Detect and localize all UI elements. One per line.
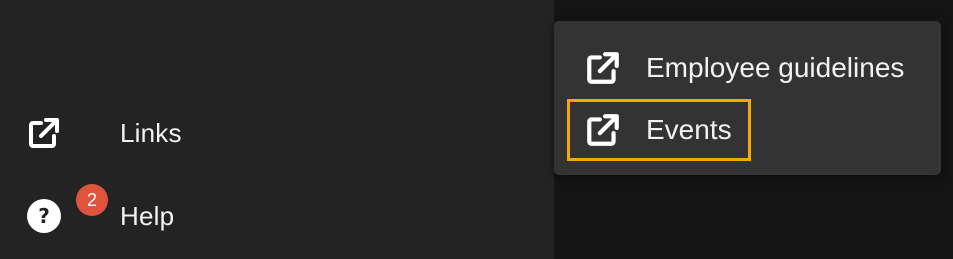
external-link-icon <box>26 115 62 151</box>
external-link-icon <box>584 111 622 149</box>
help-icon: ? 2 <box>26 184 108 234</box>
app-root: Links ? 2 Help Employee guidelines Event… <box>0 0 953 259</box>
sidebar-item-links[interactable]: Links <box>0 98 554 168</box>
sidebar: Links ? 2 Help <box>0 0 554 259</box>
sidebar-item-label: Links <box>120 117 182 148</box>
menu-item-employee-guidelines[interactable]: Employee guidelines <box>554 36 941 100</box>
menu-item-events[interactable]: Events <box>554 98 941 162</box>
help-icon-glyph: ? <box>27 199 61 233</box>
sidebar-item-label: Help <box>120 200 175 231</box>
notification-badge: 2 <box>76 184 108 216</box>
menu-item-label: Employee guidelines <box>646 52 905 83</box>
external-link-icon <box>584 49 622 87</box>
links-dropdown-menu: Employee guidelines Events <box>554 21 941 175</box>
sidebar-item-help[interactable]: ? 2 Help <box>0 181 554 251</box>
menu-item-label: Events <box>646 114 732 145</box>
